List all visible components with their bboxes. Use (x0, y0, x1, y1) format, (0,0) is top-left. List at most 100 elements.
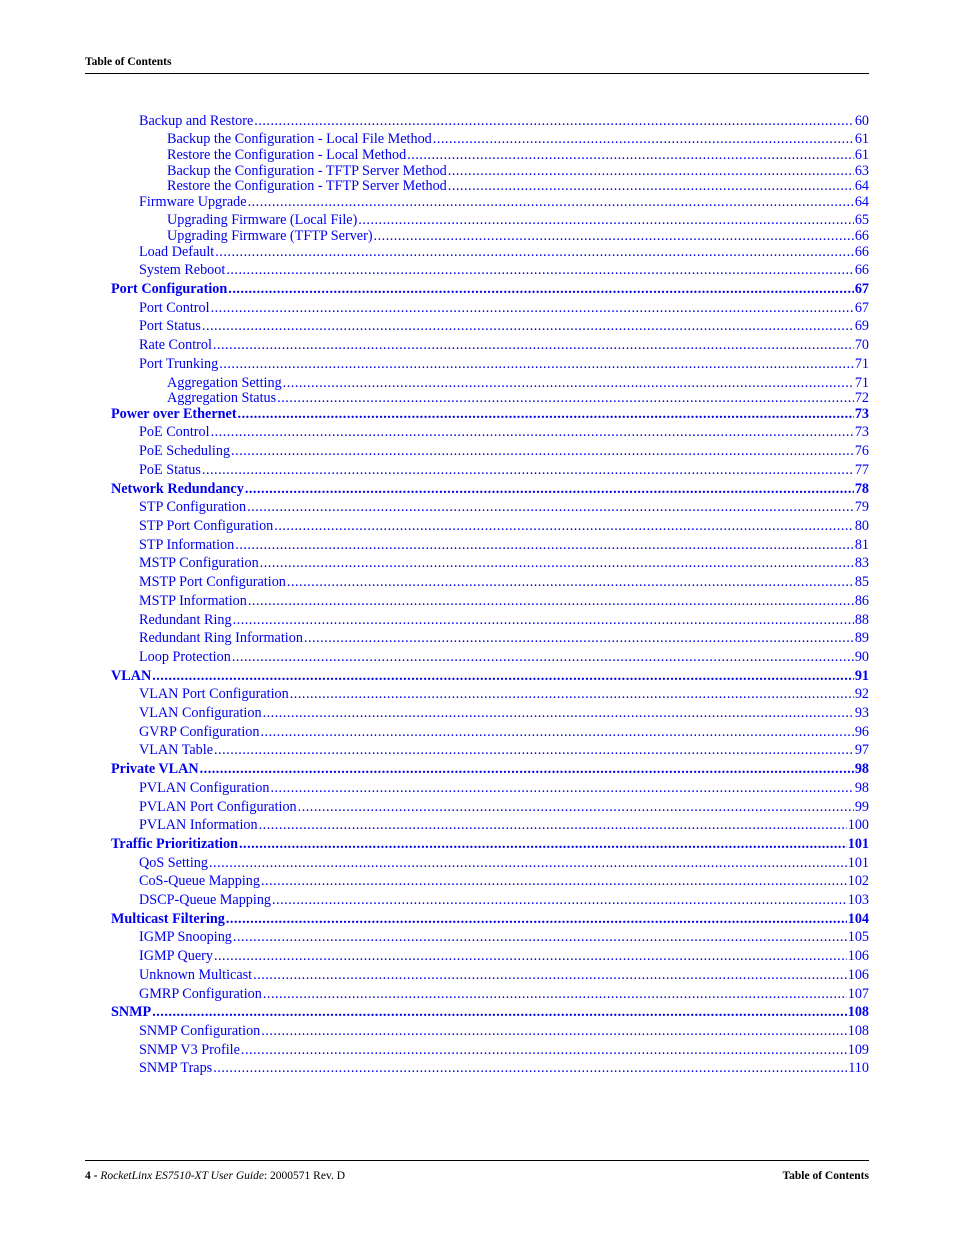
toc-entry-page-number: 98 (854, 780, 869, 796)
dot-leader (228, 281, 854, 297)
toc-entry[interactable]: IGMP Snooping 105 (139, 929, 869, 945)
dot-leader (152, 1004, 847, 1020)
toc-entry-label: Port Status (139, 318, 201, 334)
toc-entry[interactable]: PoE Scheduling 76 (139, 443, 869, 459)
toc-entry-page-number: 98 (854, 761, 869, 777)
toc-entry-page-number: 72 (854, 390, 869, 406)
dot-leader (433, 131, 854, 147)
toc-entry[interactable]: MSTP Information 86 (139, 593, 869, 609)
toc-entry-label: Firmware Upgrade (139, 194, 247, 210)
toc-entry[interactable]: Redundant Ring Information 89 (139, 630, 869, 646)
toc-entry[interactable]: PVLAN Port Configuration 99 (139, 799, 869, 815)
toc-entry[interactable]: STP Port Configuration 80 (139, 518, 869, 534)
toc-entry[interactable]: Redundant Ring 88 (139, 612, 869, 628)
toc-entry[interactable]: SNMP Traps 110 (139, 1060, 869, 1076)
toc-entry[interactable]: MSTP Configuration 83 (139, 555, 869, 571)
toc-entry[interactable]: QoS Setting 101 (139, 855, 869, 871)
toc-entry[interactable]: Backup and Restore 60 (139, 113, 869, 129)
toc-entry[interactable]: Rate Control 70 (139, 337, 869, 353)
toc-entry-page-number: 109 (847, 1042, 869, 1058)
toc-entry[interactable]: Loop Protection 90 (139, 649, 869, 665)
toc-entry[interactable]: VLAN Port Configuration 92 (139, 686, 869, 702)
toc-entry-label: CoS-Queue Mapping (139, 873, 260, 889)
toc-entry-page-number: 60 (854, 113, 869, 129)
toc-entry[interactable]: STP Configuration 79 (139, 499, 869, 515)
toc-entry[interactable]: Restore the Configuration - Local Method… (167, 147, 869, 163)
toc-entry[interactable]: Port Status 69 (139, 318, 869, 334)
toc-entry[interactable]: IGMP Query 106 (139, 948, 869, 964)
toc-entry[interactable]: Multicast Filtering 104 (111, 911, 869, 927)
toc-entry[interactable]: Power over Ethernet 73 (111, 406, 869, 422)
dot-leader (235, 537, 854, 553)
toc-entry[interactable]: Backup the Configuration - Local File Me… (167, 131, 869, 147)
toc-entry-label: MSTP Port Configuration (139, 574, 286, 590)
toc-entry-label: Upgrading Firmware (Local File) (167, 212, 358, 228)
toc-entry[interactable]: Upgrading Firmware (Local File) 65 (167, 212, 869, 228)
dot-leader (211, 424, 854, 440)
toc-entry-page-number: 79 (854, 499, 869, 515)
toc-entry-page-number: 83 (854, 555, 869, 571)
toc-entry[interactable]: STP Information 81 (139, 537, 869, 553)
toc-entry[interactable]: SNMP Configuration 108 (139, 1023, 869, 1039)
toc-entry[interactable]: Traffic Prioritization 101 (111, 836, 869, 852)
toc-entry-label: PoE Scheduling (139, 443, 231, 459)
dot-leader (448, 163, 854, 179)
toc-entry-label: Restore the Configuration - Local Method (167, 147, 407, 163)
toc-entry[interactable]: Upgrading Firmware (TFTP Server) 66 (167, 228, 869, 244)
toc-entry-page-number: 86 (854, 593, 869, 609)
footer-rule (85, 1160, 869, 1161)
toc-entry[interactable]: MSTP Port Configuration 85 (139, 574, 869, 590)
toc-entry[interactable]: Port Configuration 67 (111, 281, 869, 297)
toc-entry[interactable]: CoS-Queue Mapping 102 (139, 873, 869, 889)
toc-entry[interactable]: System Reboot 66 (139, 262, 869, 278)
toc-entry[interactable]: SNMP V3 Profile 109 (139, 1042, 869, 1058)
toc-entry-page-number: 100 (847, 817, 869, 833)
toc-entry[interactable]: Unknown Multicast 106 (139, 967, 869, 983)
toc-entry[interactable]: Network Redundancy 78 (111, 481, 869, 497)
toc-entry-page-number: 108 (847, 1004, 869, 1020)
toc-entry[interactable]: SNMP 108 (111, 1004, 869, 1020)
toc-entry[interactable]: Load Default 66 (139, 244, 869, 260)
toc-entry[interactable]: VLAN 91 (111, 668, 869, 684)
toc-entry[interactable]: Restore the Configuration - TFTP Server … (167, 178, 869, 194)
toc-entry-label: MSTP Information (139, 593, 247, 609)
toc-entry[interactable]: PVLAN Information 100 (139, 817, 869, 833)
toc-entry[interactable]: Port Control 67 (139, 300, 869, 316)
dot-leader (213, 337, 854, 353)
toc-entry-label: Network Redundancy (111, 481, 244, 497)
toc-entry-label: Unknown Multicast (139, 967, 253, 983)
toc-entry[interactable]: VLAN Table 97 (139, 742, 869, 758)
toc-entry[interactable]: Aggregation Setting 71 (167, 375, 869, 391)
dot-leader (241, 1042, 847, 1058)
dot-leader (215, 244, 854, 260)
toc-entry-page-number: 67 (854, 281, 869, 297)
toc-entry[interactable]: DSCP-Queue Mapping 103 (139, 892, 869, 908)
dot-leader (245, 481, 854, 497)
toc-entry-label: GVRP Configuration (139, 724, 260, 740)
toc-entry-page-number: 73 (854, 424, 869, 440)
toc-entry[interactable]: Private VLAN 98 (111, 761, 869, 777)
toc-entry[interactable]: Backup the Configuration - TFTP Server M… (167, 163, 869, 179)
dot-leader (374, 228, 854, 244)
dot-leader (152, 668, 854, 684)
toc-entry[interactable]: PoE Control 73 (139, 424, 869, 440)
toc-entry-page-number: 102 (847, 873, 869, 889)
toc-entry-page-number: 61 (854, 147, 869, 163)
toc-entry[interactable]: PoE Status 77 (139, 462, 869, 478)
toc-entry[interactable]: Aggregation Status 72 (167, 390, 869, 406)
toc-entry-label: IGMP Snooping (139, 929, 232, 945)
toc-entry-label: Traffic Prioritization (111, 836, 238, 852)
toc-entry[interactable]: Port Trunking 71 (139, 356, 869, 372)
toc-entry-page-number: 110 (848, 1060, 869, 1076)
dot-leader (272, 892, 847, 908)
toc-entry[interactable]: GMRP Configuration 107 (139, 986, 869, 1002)
dot-leader (232, 649, 854, 665)
dot-leader (226, 262, 854, 278)
toc-entry[interactable]: VLAN Configuration 93 (139, 705, 869, 721)
footer-page-number: 4 - (85, 1170, 98, 1182)
toc-entry[interactable]: PVLAN Configuration 98 (139, 780, 869, 796)
toc-entry[interactable]: Firmware Upgrade 64 (139, 194, 869, 210)
header-rule (85, 73, 869, 74)
toc-entry[interactable]: GVRP Configuration 96 (139, 724, 869, 740)
toc-entry-label: PoE Status (139, 462, 201, 478)
